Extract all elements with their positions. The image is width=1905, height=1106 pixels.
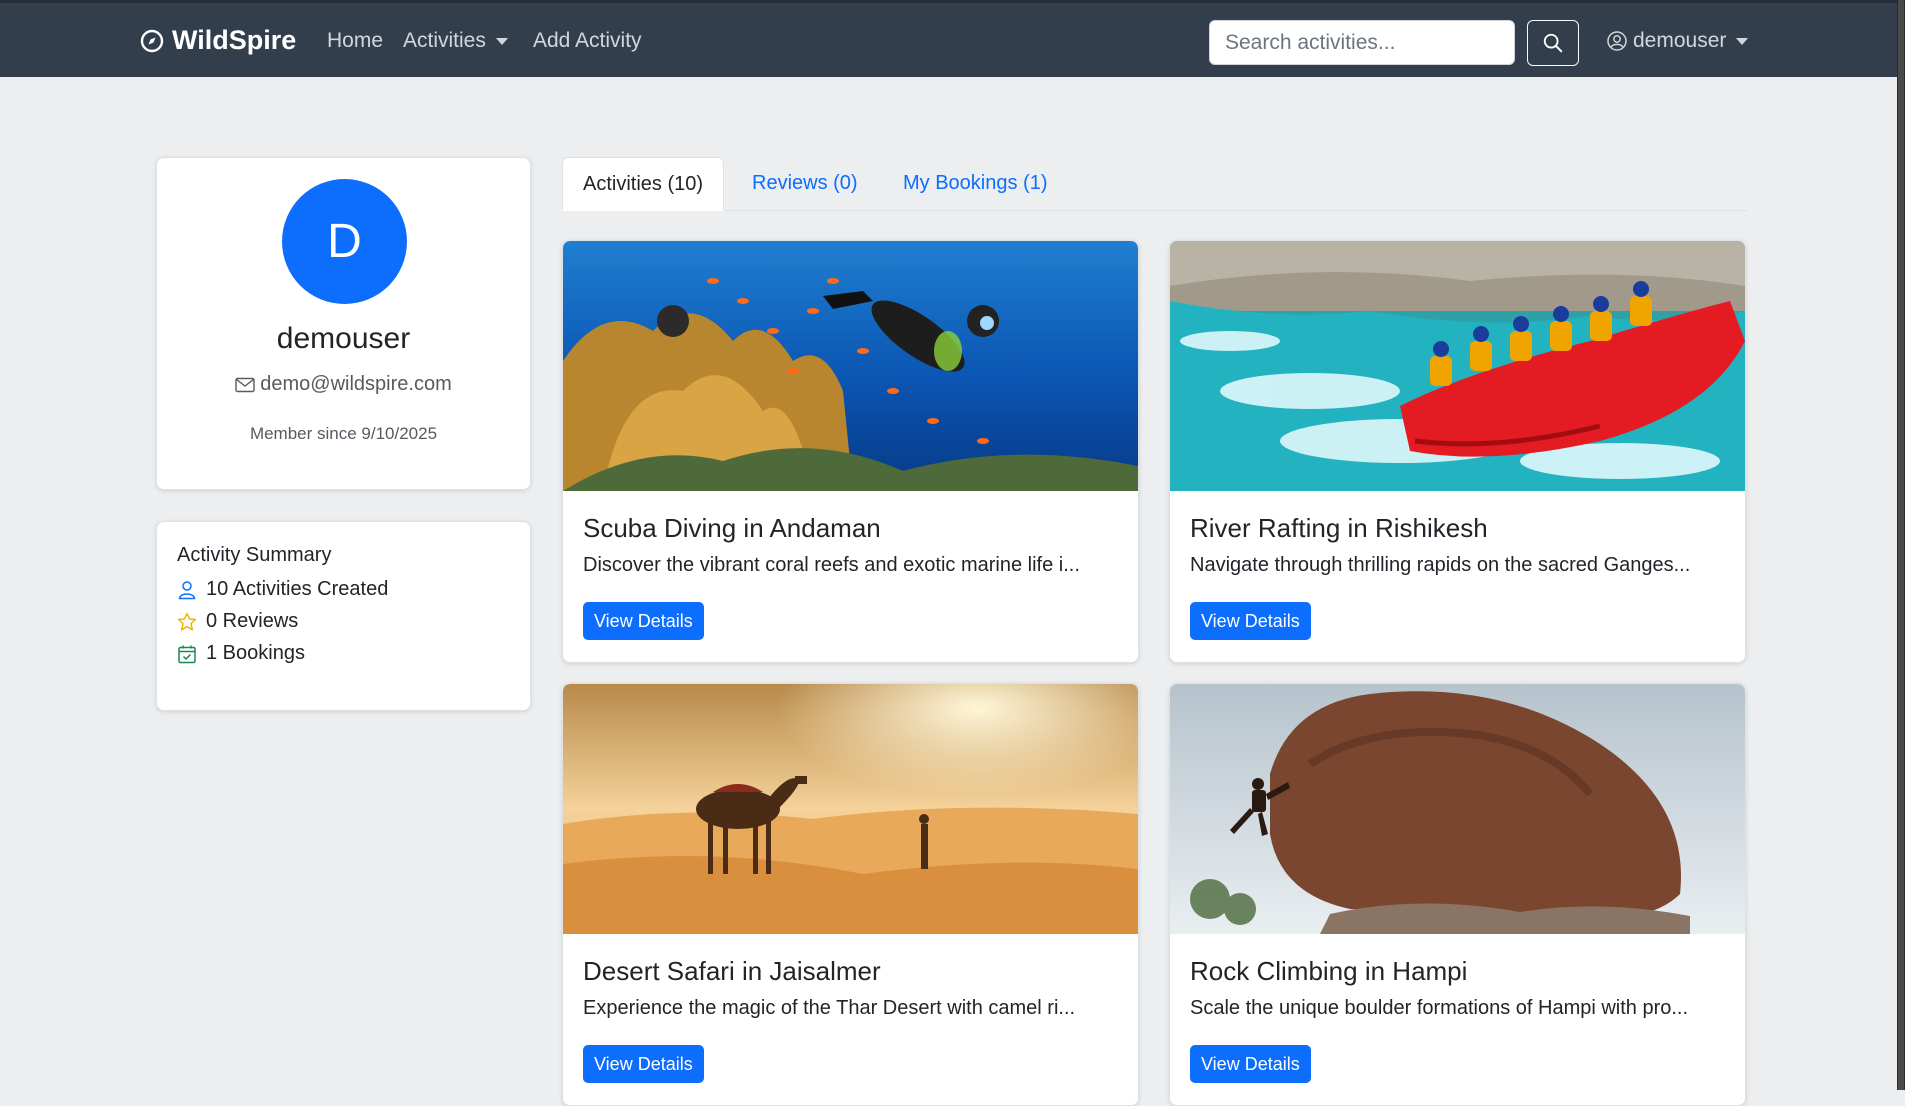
activity-title: Rock Climbing in Hampi	[1190, 956, 1468, 986]
nav-activities-label: Activities	[403, 29, 486, 52]
activity-title: Desert Safari in Jaisalmer	[583, 956, 881, 986]
summary-title: Activity Summary	[177, 544, 332, 566]
view-details-button[interactable]: View Details	[583, 602, 704, 640]
user-circle-icon	[1607, 31, 1627, 51]
activity-description: Discover the vibrant coral reefs and exo…	[583, 554, 1080, 576]
search-icon	[1543, 33, 1563, 53]
nav-home-link[interactable]: Home	[327, 29, 383, 53]
search-button[interactable]	[1527, 20, 1579, 66]
envelope-icon	[235, 377, 255, 392]
activity-title: Scuba Diving in Andaman	[583, 513, 881, 543]
activity-card-rafting: River Rafting in Rishikesh Navigate thro…	[1169, 240, 1746, 663]
activity-card-rock-climbing: Rock Climbing in Hampi Scale the unique …	[1169, 683, 1746, 1106]
brand-link[interactable]: WildSpire	[140, 25, 296, 56]
activity-image-desert	[563, 684, 1138, 934]
tab-activities[interactable]: Activities (10)	[562, 157, 725, 211]
person-icon	[178, 580, 196, 599]
activity-card-scuba: Scuba Diving in Andaman Discover the vib…	[562, 240, 1139, 663]
summary-reviews-text: 0 Reviews	[206, 610, 299, 632]
summary-reviews: 0 Reviews	[177, 610, 298, 633]
summary-activities-text: 10 Activities Created	[206, 578, 389, 600]
activity-description: Scale the unique boulder formations of H…	[1190, 997, 1689, 1019]
activity-description: Experience the magic of the Thar Desert …	[583, 997, 1076, 1019]
member-since: Member since 9/10/2025	[249, 424, 438, 443]
calendar-check-icon	[178, 645, 196, 663]
profile-email-text: demo@wildspire.com	[260, 373, 452, 395]
tab-reviews[interactable]: Reviews (0)	[732, 157, 878, 210]
nav-add-activity-link[interactable]: Add Activity	[533, 29, 642, 53]
profile-email: demo@wildspire.com	[157, 373, 530, 396]
activity-summary-card: Activity Summary 10 Activities Created 0…	[156, 521, 531, 711]
view-details-button[interactable]: View Details	[1190, 602, 1311, 640]
scrollbar-thumb[interactable]	[1898, 0, 1904, 1090]
star-icon	[177, 612, 197, 631]
brand-name: WildSpire	[172, 25, 297, 55]
activity-image-rafting	[1170, 241, 1745, 491]
view-details-button[interactable]: View Details	[1190, 1045, 1311, 1083]
view-details-button[interactable]: View Details	[583, 1045, 704, 1083]
activity-card-desert: Desert Safari in Jaisalmer Experience th…	[562, 683, 1139, 1106]
compass-icon	[140, 29, 164, 52]
activity-title: River Rafting in Rishikesh	[1190, 513, 1488, 543]
activity-description: Navigate through thrilling rapids on the…	[1190, 554, 1691, 576]
tab-my-bookings[interactable]: My Bookings (1)	[883, 157, 1068, 210]
nav-activities-dropdown[interactable]: Activities	[403, 29, 508, 53]
profile-card: D demouser demo@wildspire.com Member sin…	[156, 157, 531, 490]
chevron-down-icon	[1736, 37, 1749, 45]
summary-bookings-text: 1 Bookings	[206, 642, 305, 664]
user-menu-label: demouser	[1633, 29, 1727, 52]
profile-tabs: Activities (10) Reviews (0) My Bookings …	[562, 157, 1747, 211]
profile-username: demouser	[276, 322, 411, 355]
summary-bookings: 1 Bookings	[177, 642, 305, 665]
user-menu-dropdown[interactable]: demouser	[1607, 29, 1749, 53]
activity-image-rock-climbing	[1170, 684, 1745, 934]
chevron-down-icon	[495, 37, 508, 45]
search-input[interactable]	[1209, 20, 1515, 65]
top-navbar: WildSpire Home Activities Add Activity d…	[0, 0, 1905, 77]
activity-image-scuba	[563, 241, 1138, 491]
avatar: D	[282, 179, 407, 304]
summary-activities-created: 10 Activities Created	[177, 578, 388, 601]
